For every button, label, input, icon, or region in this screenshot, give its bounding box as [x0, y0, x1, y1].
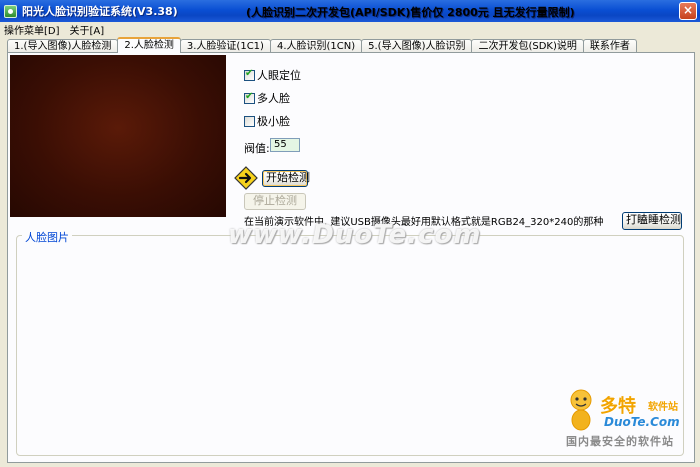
multi-face-checkbox[interactable]: 多人脸: [244, 90, 290, 106]
tab-import-face-detect[interactable]: 1.(导入图像)人脸检测: [7, 39, 119, 53]
multi-face-label: 多人脸: [257, 92, 290, 105]
tab-face-verify-1c1[interactable]: 3.人脸验证(1C1): [179, 39, 271, 53]
doze-detect-button[interactable]: 打瞌睡检测: [622, 212, 682, 230]
threshold-label: 阀值:: [244, 142, 270, 155]
menu-operations[interactable]: 操作菜单[D]: [4, 22, 60, 37]
camera-preview: [10, 55, 226, 217]
eye-locate-checkbox[interactable]: 人眼定位: [244, 67, 301, 83]
tab-sdk-info[interactable]: 二次开发包(SDK)说明: [471, 39, 584, 53]
duote-site: DuoTe.Com: [604, 415, 680, 429]
checkbox-checked-icon[interactable]: [244, 91, 255, 104]
checkbox-unchecked-icon[interactable]: [244, 115, 255, 127]
close-window-button[interactable]: ×: [679, 2, 697, 20]
window-title: 阳光人脸识别验证系统(V3.38): [22, 5, 178, 18]
start-detect-button[interactable]: 开始检测: [262, 170, 310, 187]
duote-brand-sub: 软件站: [648, 402, 678, 413]
app-icon: [4, 4, 17, 18]
stop-detect-button[interactable]: 停止检测: [244, 193, 306, 210]
tab-contact-author[interactable]: 联系作者: [582, 39, 637, 53]
face-image-group-title: 人脸图片: [22, 229, 72, 245]
duote-slogan: 国内最安全的软件站: [566, 435, 674, 448]
threshold-input[interactable]: 55: [270, 138, 300, 152]
menu-about[interactable]: 关于[A]: [70, 22, 105, 37]
tab-face-recognize-1cn[interactable]: 4.人脸识别(1CN): [269, 39, 363, 53]
tab-strip: 1.(导入图像)人脸检测 2.人脸检测 3.人脸验证(1C1) 4.人脸识别(1…: [7, 37, 637, 53]
checkbox-checked-icon[interactable]: [244, 68, 255, 81]
tiny-face-label: 极小脸: [257, 115, 290, 128]
tab-import-face-recognize[interactable]: 5.(导入图像)人脸识别: [361, 39, 473, 53]
tab-face-detect[interactable]: 2.人脸检测: [117, 37, 181, 53]
duote-watermark: www.DuoTe.com: [228, 220, 482, 250]
duote-mascot-icon: [570, 389, 592, 431]
menu-bar: 操作菜单[D] 关于[A]: [0, 22, 700, 37]
tiny-face-checkbox[interactable]: 极小脸: [244, 113, 290, 129]
arrow-sign-icon: [234, 166, 258, 190]
sdk-price-notice: (人脸识别二次开发包(API/SDK)售价仅 2800元 且无发行量限制): [246, 6, 575, 19]
eye-locate-label: 人眼定位: [257, 69, 301, 82]
